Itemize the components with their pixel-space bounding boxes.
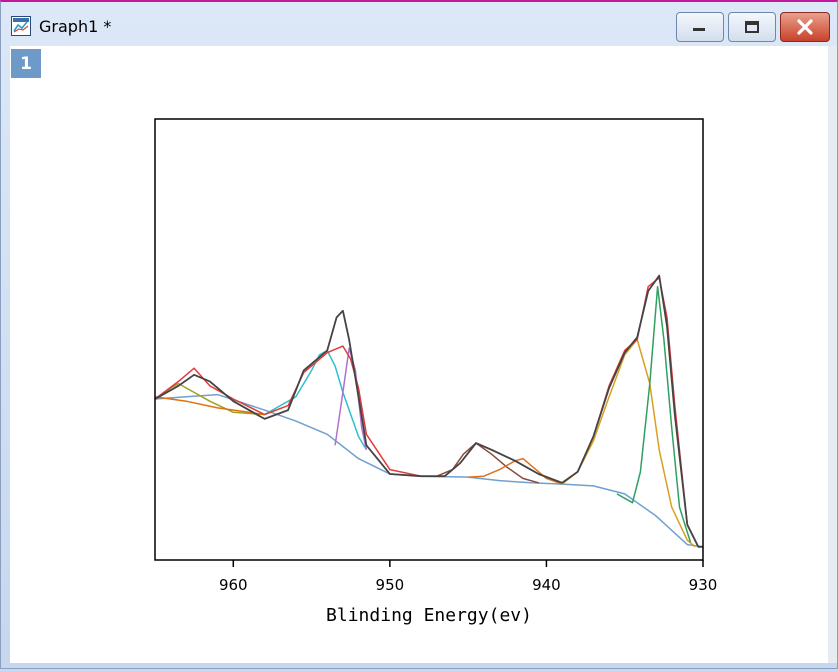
series-line-8 <box>468 457 563 485</box>
series-line-5 <box>264 349 368 451</box>
x-tick-label-940: 940 <box>532 576 561 594</box>
x-tick-label-950: 950 <box>376 576 405 594</box>
graph-window: Graph1 * 1 960 950 940 930 Blinding Energy(… <box>0 0 838 669</box>
plot-curves <box>154 274 704 548</box>
series-line-2 <box>154 393 704 548</box>
plot-frame <box>154 118 704 561</box>
series-line-9 <box>561 338 696 548</box>
x-axis: 960 950 940 930 <box>219 560 717 594</box>
x-axis-label: Blinding Energy(ev) <box>326 605 532 626</box>
x-tick-label-960: 960 <box>219 576 248 594</box>
series-line-6 <box>334 347 368 450</box>
x-tick-label-930: 930 <box>689 576 718 594</box>
spectrum-chart[interactable]: 960 950 940 930 Blinding Energy(ev) <box>1 2 838 671</box>
